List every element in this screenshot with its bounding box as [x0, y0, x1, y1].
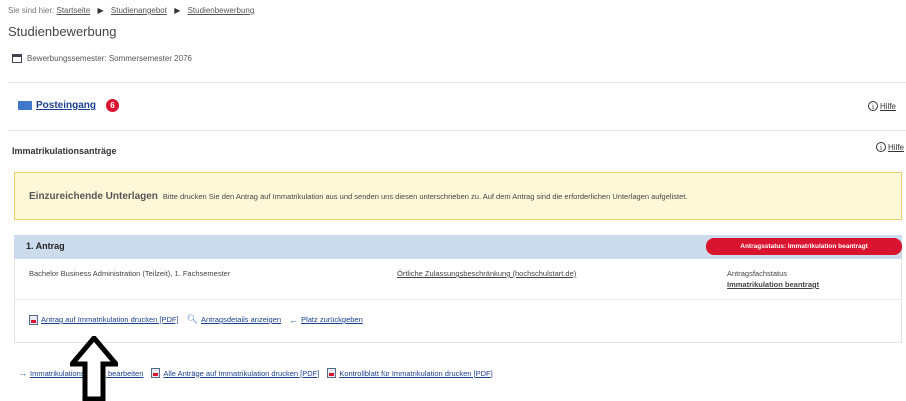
status-badge: Antragsstatus: Immatrikulation beantragt — [706, 238, 902, 255]
help-label[interactable]: Hilfe — [880, 102, 896, 111]
pdf-icon — [29, 314, 38, 325]
return-place-action[interactable]: ← Platz zurückgeben — [289, 315, 363, 325]
info-icon: i — [875, 142, 886, 152]
row-divider — [15, 299, 901, 300]
inbox-link[interactable]: Posteingang 6 — [18, 99, 120, 112]
pointer-arrow-icon — [70, 336, 118, 401]
antrag-actions: Antrag auf Immatrikulation drucken [PDF]… — [29, 314, 363, 325]
restriction-link[interactable]: Örtliche Zulassungsbeschränkung (hochsch… — [397, 269, 576, 278]
arrow-right-icon: → — [18, 368, 27, 378]
print-control-sheet-link[interactable]: Kontrollblatt für Immatrikulation drucke… — [339, 369, 492, 378]
antrag-title: 1. Antrag — [26, 241, 65, 251]
breadcrumb: Sie sind hier: Startseite ▶ Studienangeb… — [8, 6, 254, 15]
divider — [8, 82, 906, 83]
program-label: Bachelor Business Administration (Teilze… — [29, 269, 231, 278]
notice-title: Einzureichende Unterlagen — [29, 190, 158, 202]
breadcrumb-separator-icon: ▶ — [174, 6, 181, 15]
search-icon: 🔍︎ — [186, 314, 198, 324]
breadcrumb-studienangebot[interactable]: Studienangebot — [111, 6, 167, 15]
help-label[interactable]: Hilfe — [888, 143, 904, 152]
print-control-sheet-action[interactable]: Kontrollblatt für Immatrikulation drucke… — [327, 368, 493, 378]
print-all-action[interactable]: Alle Anträge auf Immatrikulation drucken… — [151, 368, 319, 378]
inbox-label[interactable]: Posteingang — [36, 100, 96, 111]
subject-status-label: Antragsfachstatus — [727, 269, 788, 278]
breadcrumb-current[interactable]: Studienbewerbung — [188, 6, 255, 15]
section-title-applications: Immatrikulationsanträge — [12, 146, 117, 156]
print-application-action[interactable]: Antrag auf Immatrikulation drucken [PDF] — [29, 314, 179, 325]
inbox-count-badge: 6 — [106, 99, 120, 112]
show-details-link[interactable]: Antragsdetails anzeigen — [201, 315, 281, 324]
return-place-link[interactable]: Platz zurückgeben — [301, 315, 363, 324]
help-link-inbox[interactable]: i Hilfe — [867, 101, 896, 111]
antrag-body: Bachelor Business Administration (Teilze… — [14, 259, 902, 343]
semester-info: Bewerbungssemester: Sommersemester 2076 — [12, 54, 192, 63]
antrag-header: 1. Antrag Antragsstatus: Immatrikulation… — [14, 235, 902, 259]
print-application-link[interactable]: Antrag auf Immatrikulation drucken [PDF] — [41, 315, 179, 324]
info-icon: i — [867, 101, 878, 111]
arrow-left-icon: ← — [289, 314, 299, 325]
notice-text: Bitte drucken Sie den Antrag auf Immatri… — [162, 191, 688, 201]
page-title: Studienbewerbung — [8, 24, 117, 39]
mail-icon — [18, 101, 32, 110]
subject-status-cell: Immatrikulation beantragt — [727, 280, 819, 289]
breadcrumb-prefix: Sie sind hier: — [8, 6, 55, 15]
breadcrumb-home[interactable]: Startseite — [56, 6, 90, 15]
semester-label: Bewerbungssemester: Sommersemester 2076 — [27, 54, 192, 63]
help-link-applications[interactable]: i Hilfe — [875, 142, 904, 152]
pdf-icon — [151, 368, 161, 378]
divider — [8, 130, 906, 131]
show-details-action[interactable]: 🔍︎ Antragsdetails anzeigen — [187, 314, 282, 325]
restriction-cell: Örtliche Zulassungsbeschränkung (hochsch… — [397, 269, 576, 278]
subject-status-value[interactable]: Immatrikulation beantragt — [727, 280, 819, 289]
print-all-link[interactable]: Alle Anträge auf Immatrikulation drucken… — [163, 369, 319, 378]
documents-notice: Einzureichende Unterlagen Bitte drucken … — [14, 172, 902, 220]
calendar-icon — [12, 54, 22, 63]
breadcrumb-separator-icon: ▶ — [97, 6, 104, 15]
pdf-icon — [327, 368, 337, 378]
